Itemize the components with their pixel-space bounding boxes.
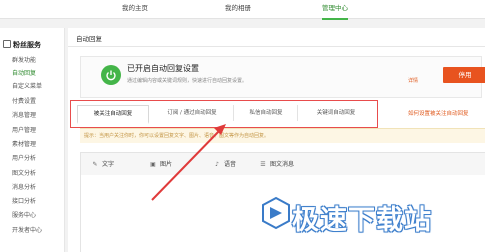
watermark-logo-icon — [262, 196, 290, 230]
watermark-text: 极速下载站 — [292, 205, 432, 236]
